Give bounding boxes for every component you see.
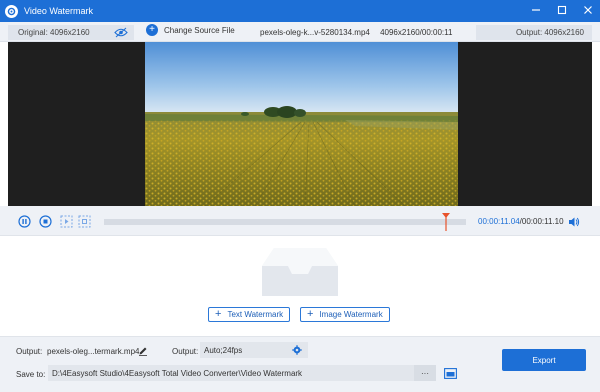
close-icon[interactable] xyxy=(582,4,594,16)
screenshot-icon[interactable] xyxy=(78,215,91,228)
settings-gear-icon[interactable] xyxy=(292,345,302,357)
file-meta: 4096x2160/00:00:11 xyxy=(380,28,453,37)
save-to-label: Save to: xyxy=(16,370,46,379)
next-frame-icon[interactable] xyxy=(60,215,73,228)
output-file-label: Output: xyxy=(16,347,43,356)
text-watermark-label: Text Watermark xyxy=(227,310,284,319)
minimize-icon[interactable] xyxy=(530,4,542,16)
edit-icon[interactable] xyxy=(138,346,148,358)
time-display: 00:00:11.04/00:00:11.10 xyxy=(478,217,564,226)
playback-controls: 00:00:11.04/00:00:11.10 xyxy=(0,206,600,236)
image-watermark-label: Image Watermark xyxy=(319,310,383,319)
plus-icon: + xyxy=(146,24,158,36)
output-resolution-label: Output: 4096x2160 xyxy=(515,28,584,37)
add-text-watermark-button[interactable]: + Text Watermark xyxy=(208,307,291,322)
output-resolution-tab: Output: 4096x2160 xyxy=(476,25,592,40)
save-path-field[interactable]: D:\4Easysoft Studio\4Easysoft Total Vide… xyxy=(48,365,436,381)
original-resolution-label: Original: 4096x2160 xyxy=(18,28,90,37)
add-image-watermark-button[interactable]: + Image Watermark xyxy=(300,307,390,322)
pause-icon[interactable] xyxy=(18,215,31,228)
save-path-value: D:\4Easysoft Studio\4Easysoft Total Vide… xyxy=(52,368,303,378)
export-footer: Output: pexels-oleg...termark.mp4 Output… xyxy=(0,336,600,392)
total-time: 00:00:11.10 xyxy=(521,217,564,226)
browse-button[interactable]: ··· xyxy=(414,365,436,381)
video-preview xyxy=(8,42,592,206)
eye-icon[interactable] xyxy=(114,27,128,40)
file-info: pexels-oleg-k...v-5280134.mp4 4096x2160/… xyxy=(260,28,460,37)
title-bar: Video Watermark xyxy=(0,0,600,22)
playhead-marker[interactable] xyxy=(442,213,451,231)
maximize-icon[interactable] xyxy=(556,4,568,16)
export-label: Export xyxy=(532,355,556,365)
output-format-value: Auto;24fps xyxy=(204,345,243,355)
stop-icon[interactable] xyxy=(39,215,52,228)
video-frame[interactable] xyxy=(145,42,458,206)
output-format-label: Output: xyxy=(172,347,199,356)
volume-icon[interactable] xyxy=(568,216,580,230)
original-resolution-tab: Original: 4096x2160 xyxy=(8,25,134,40)
timeline-slider[interactable] xyxy=(104,213,466,231)
browse-label: ··· xyxy=(421,368,429,378)
window-title: Video Watermark xyxy=(24,6,94,16)
output-file-name: pexels-oleg...termark.mp4 xyxy=(47,347,140,356)
output-format-select[interactable]: Auto;24fps xyxy=(200,342,308,358)
current-time: 00:00:11.04 xyxy=(478,217,520,226)
file-name: pexels-oleg-k...v-5280134.mp4 xyxy=(260,28,370,37)
open-folder-icon[interactable] xyxy=(444,367,457,381)
watermark-panel: + Text Watermark + Image Watermark xyxy=(8,236,592,336)
empty-tray-icon xyxy=(260,244,340,300)
app-logo-icon xyxy=(5,4,18,18)
source-info-bar: Original: 4096x2160 + Change Source File… xyxy=(0,22,600,42)
timeline-progress xyxy=(104,219,447,225)
export-button[interactable]: Export xyxy=(502,349,586,371)
plus-icon: + xyxy=(215,308,222,320)
change-source-button[interactable]: + Change Source File xyxy=(146,24,235,36)
change-source-label: Change Source File xyxy=(164,25,235,35)
plus-icon: + xyxy=(307,308,314,320)
